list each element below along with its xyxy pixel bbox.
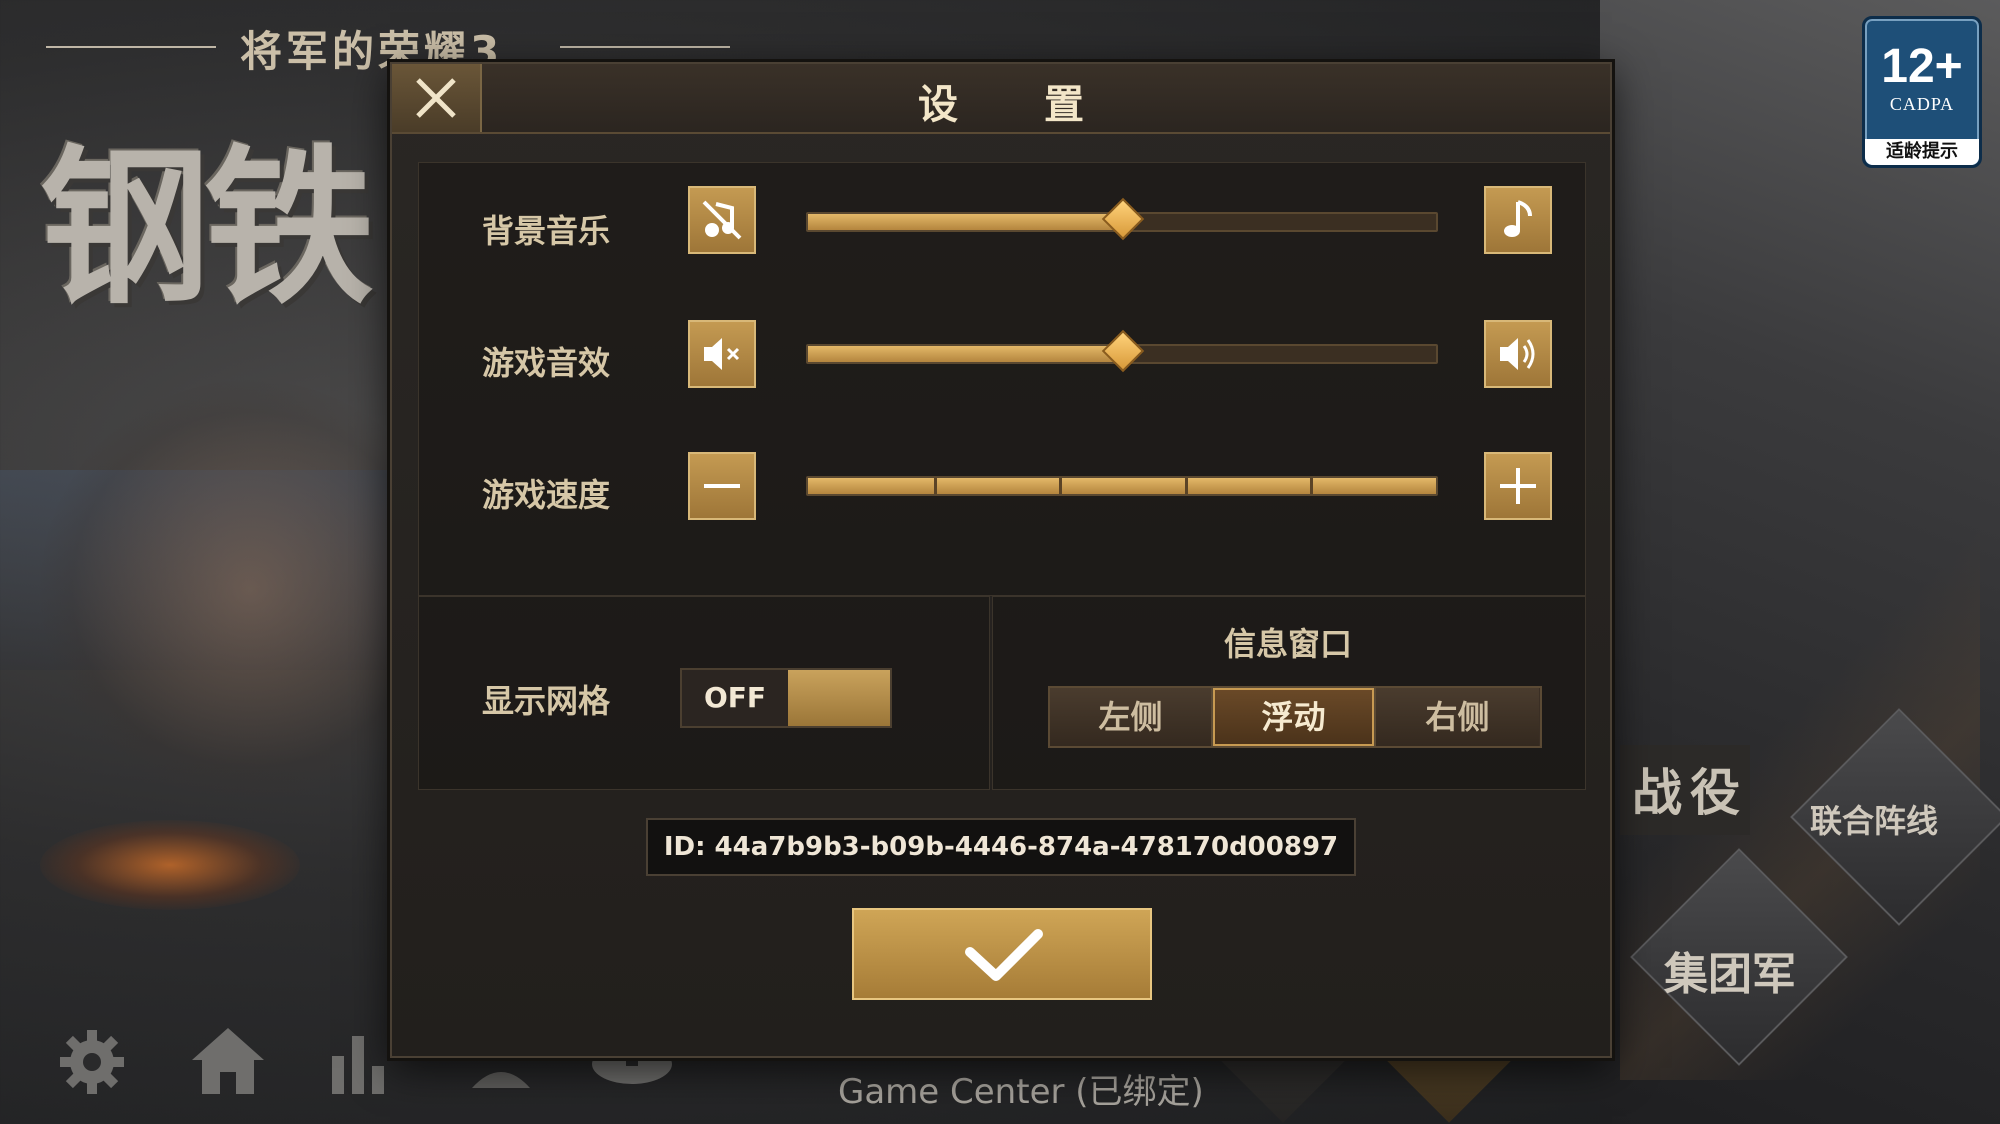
speed-increase-button[interactable] — [1484, 452, 1552, 520]
age-rating-badge: 12+ CADPA 适龄提示 — [1862, 16, 1982, 168]
speed-segment-divider — [1184, 478, 1188, 494]
dialog-title: 设 置 — [918, 82, 1120, 128]
bgm-slider-fill — [808, 214, 1122, 230]
age-rating-number: 12+ — [1881, 40, 1963, 93]
sfx-slider[interactable] — [806, 329, 1438, 373]
grid-toggle-knob — [788, 670, 890, 726]
bgm-off-button[interactable] — [688, 186, 756, 254]
speed-label: 游戏速度 — [482, 476, 611, 514]
campaign-label: 战役 — [1632, 764, 1748, 822]
age-rating-tip: 适龄提示 — [1865, 139, 1979, 165]
subtitle-divider-left — [46, 46, 216, 48]
music-note-icon — [1504, 200, 1532, 237]
info-window-selector: 左侧 浮动 右侧 — [1048, 686, 1542, 748]
campaign-button[interactable]: 战役 — [1620, 745, 1750, 835]
speed-segment-divider — [1310, 478, 1314, 494]
grid-label: 显示网格 — [482, 682, 611, 720]
dialog-header: 设 置 — [392, 64, 1610, 134]
info-window-left-option[interactable]: 左侧 — [1050, 688, 1213, 746]
sfx-slider-fill — [808, 346, 1122, 362]
settings-dialog: 设 置 背景音乐 游戏音效 游戏速度 显示网格 OFF 信息窗口 左侧 浮动 右… — [390, 62, 1612, 1058]
bgm-max-button[interactable] — [1484, 186, 1552, 254]
bar-chart-icon[interactable] — [330, 1026, 396, 1100]
bgm-label: 背景音乐 — [482, 212, 611, 250]
speaker-loud-icon — [1500, 338, 1535, 370]
sfx-label: 游戏音效 — [482, 344, 611, 382]
speed-segment-divider — [1059, 478, 1063, 494]
speed-decrease-button[interactable] — [688, 452, 756, 520]
game-logo: 钢铁 — [40, 128, 374, 328]
speed-slider[interactable] — [806, 476, 1438, 496]
united-front-label: 联合阵线 — [1810, 802, 1939, 840]
speed-slider-fill — [808, 478, 1436, 494]
speaker-mute-icon — [704, 338, 740, 370]
home-icon[interactable] — [190, 1026, 266, 1100]
speed-segment-divider — [933, 478, 937, 494]
plus-icon — [1500, 468, 1536, 504]
age-rating-org: CADPA — [1889, 94, 1955, 114]
bgm-slider[interactable] — [806, 197, 1438, 241]
fire-glow — [40, 820, 300, 910]
minus-icon — [704, 484, 740, 488]
sfx-mute-button[interactable] — [688, 320, 756, 388]
player-id: ID: 44a7b9b3-b09b-4446-874a-478170d00897 — [646, 818, 1356, 876]
game-center-status[interactable]: Game Center (已绑定) — [838, 1064, 1204, 1113]
gear-icon[interactable] — [56, 1026, 128, 1102]
grid-toggle-state: OFF — [703, 681, 767, 714]
group-army-label: 集团军 — [1664, 949, 1796, 1000]
info-window-label: 信息窗口 — [1223, 625, 1352, 663]
confirm-button[interactable] — [852, 908, 1152, 1000]
music-off-icon — [702, 200, 742, 240]
grid-toggle[interactable]: OFF — [680, 668, 892, 728]
checkmark-icon — [965, 929, 1043, 981]
info-window-float-option[interactable]: 浮动 — [1213, 688, 1376, 746]
subtitle-divider-right — [560, 46, 730, 48]
info-window-right-option[interactable]: 右侧 — [1376, 688, 1539, 746]
sfx-max-button[interactable] — [1484, 320, 1552, 388]
